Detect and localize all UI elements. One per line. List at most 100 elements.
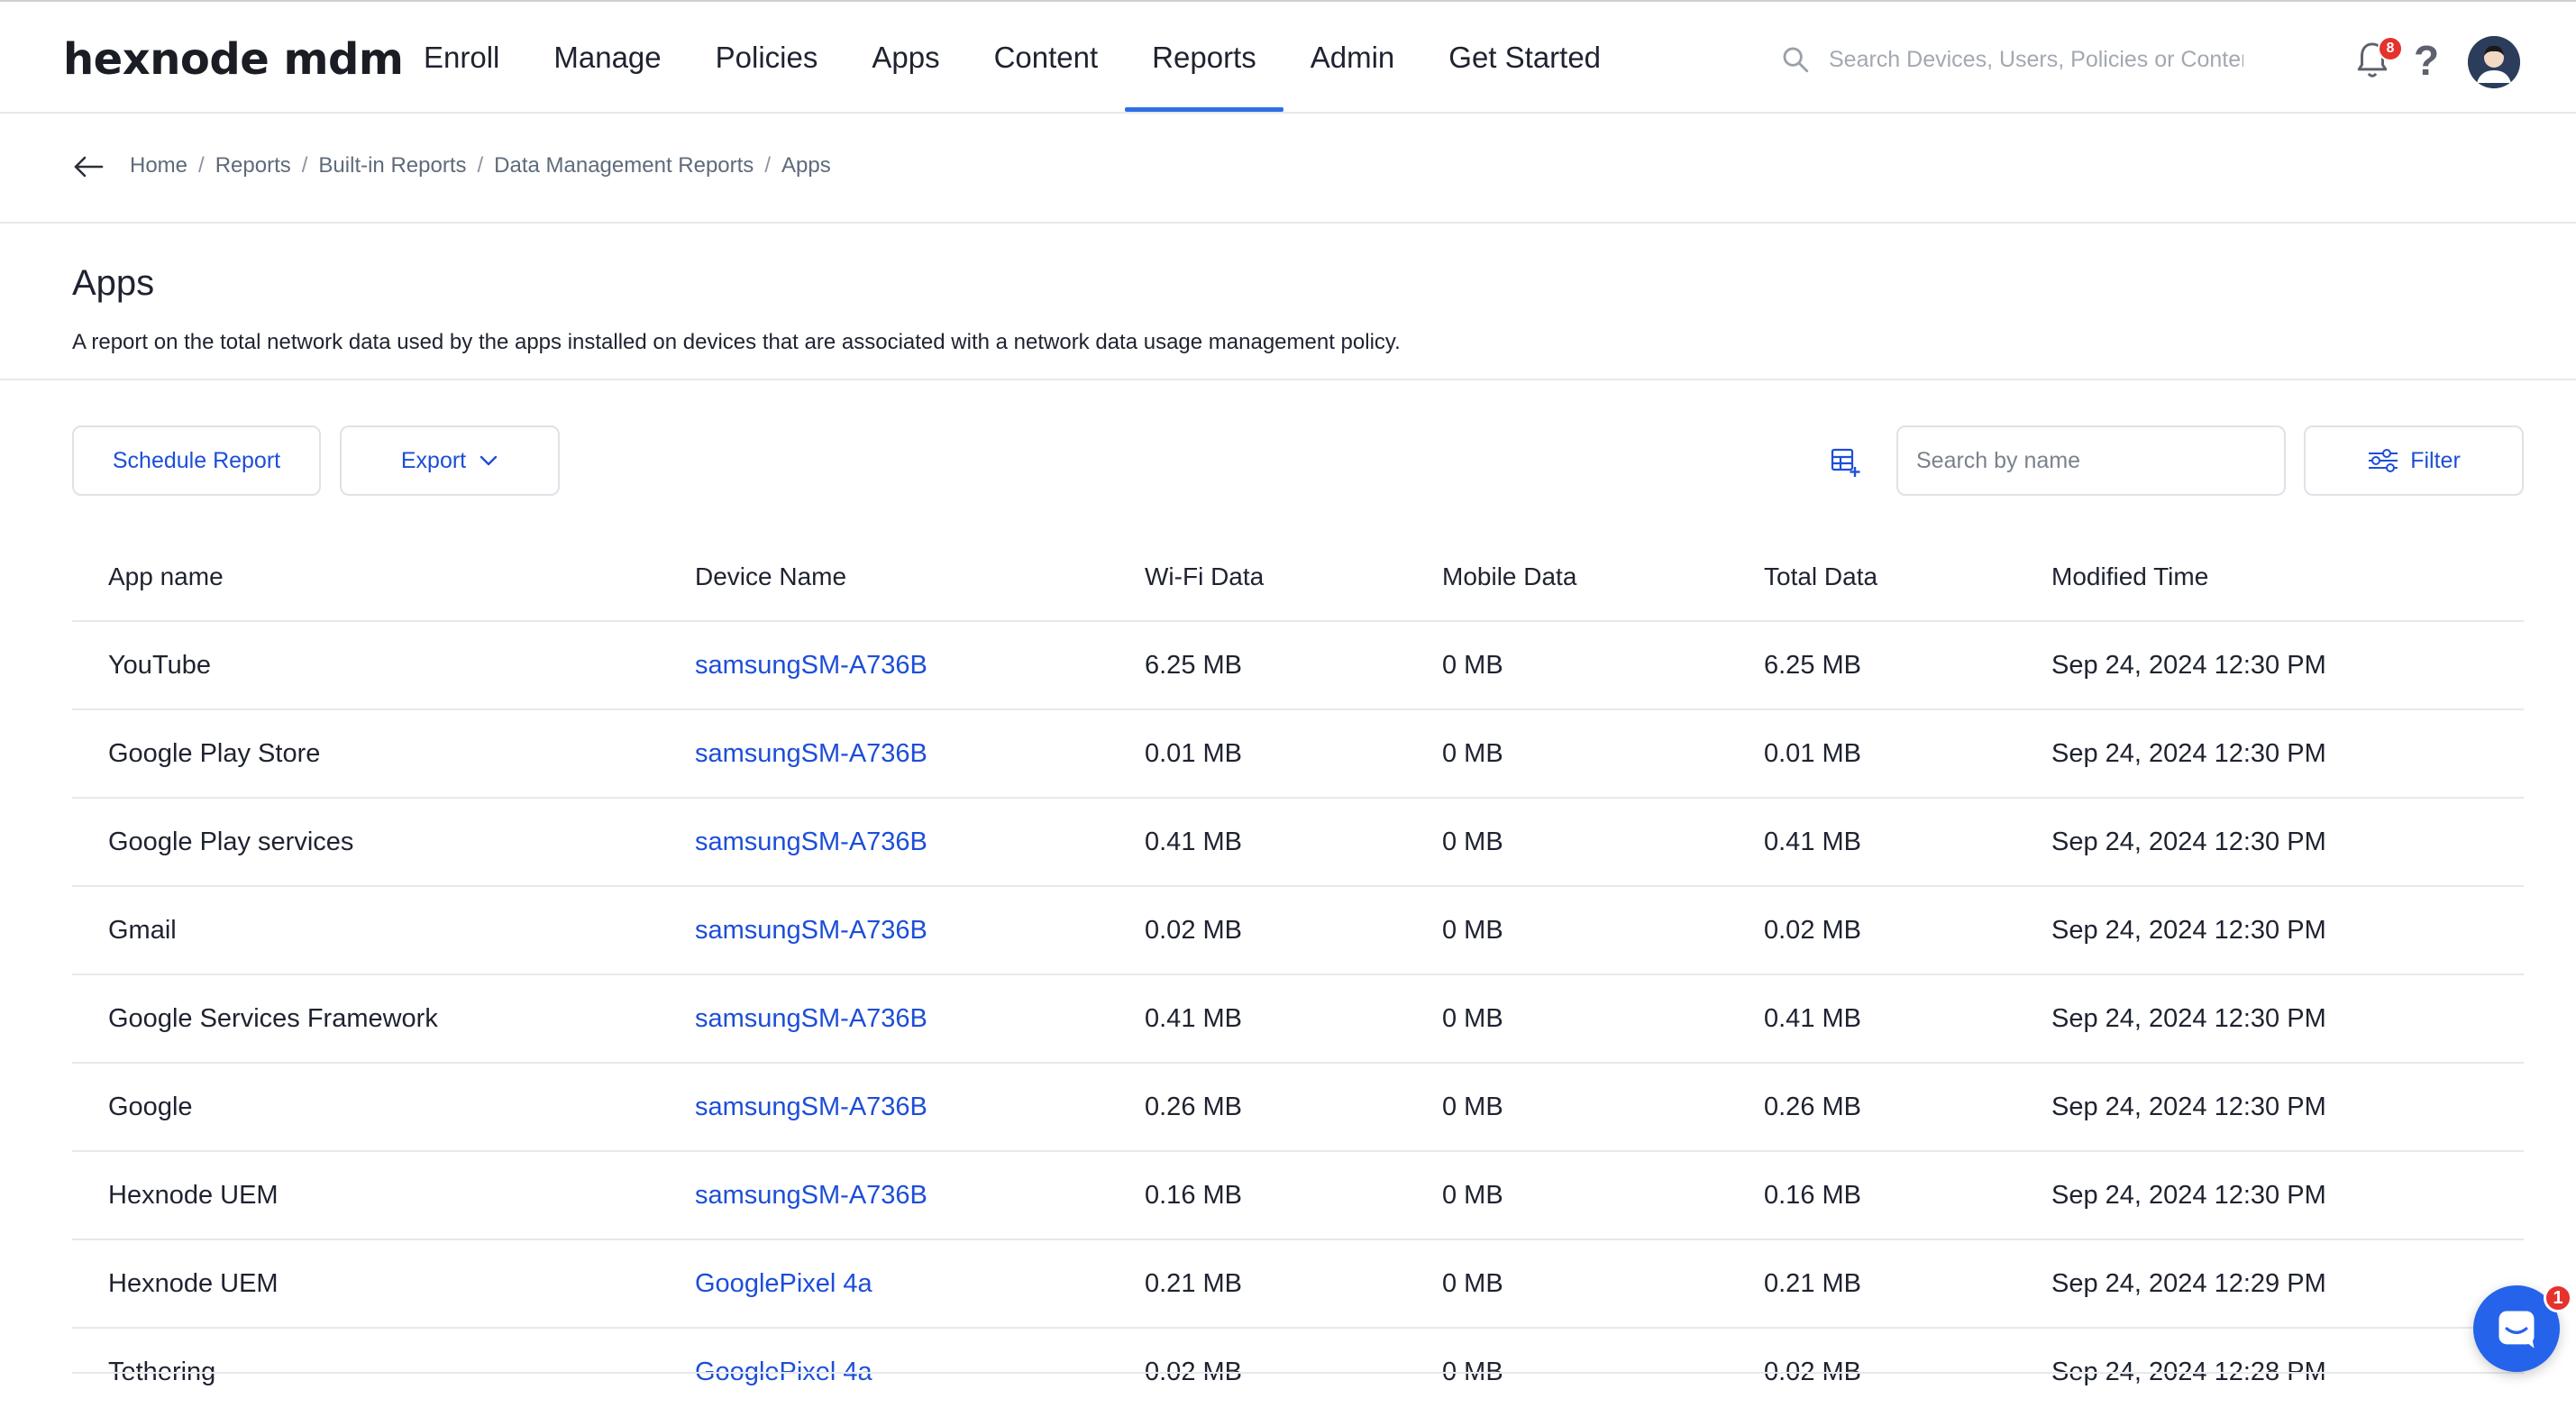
main-nav: Enroll Manage Policies Apps Content Repo… [397, 4, 1628, 112]
modified-time-cell: Sep 24, 2024 12:30 PM [2051, 738, 2326, 768]
app-name-cell: Hexnode UEM [108, 1268, 279, 1298]
chat-icon [2498, 1311, 2535, 1348]
mobile-data-cell: 0 MB [1442, 738, 1503, 768]
filter-button[interactable]: Filter [2304, 425, 2524, 496]
total-data-cell: 0.01 MB [1764, 738, 1861, 768]
total-data-cell: 0.41 MB [1764, 1003, 1861, 1033]
mobile-data-cell: 0 MB [1442, 1003, 1503, 1033]
column-header-wifi-data[interactable]: Wi-Fi Data [1145, 534, 1264, 620]
back-arrow-icon[interactable] [72, 153, 105, 180]
mobile-data-cell: 0 MB [1442, 827, 1503, 856]
table-row: Google Play services samsungSM-A736B 0.4… [72, 799, 2524, 887]
app-name-cell: Hexnode UEM [108, 1180, 279, 1210]
app-name-cell: Google Services Framework [108, 1003, 438, 1033]
export-button[interactable]: Export [340, 425, 560, 496]
device-name-link[interactable]: samsungSM-A736B [695, 710, 927, 797]
column-settings-icon[interactable] [1830, 447, 1860, 478]
nav-apps[interactable]: Apps [845, 4, 966, 112]
hexnode-logo[interactable]: hexnode mdm [63, 34, 404, 85]
app-name-cell: Google [108, 1092, 193, 1121]
modified-time-cell: Sep 24, 2024 12:30 PM [2051, 1003, 2326, 1033]
wifi-data-cell: 0.16 MB [1145, 1180, 1242, 1210]
device-name-link[interactable]: samsungSM-A736B [695, 1064, 927, 1150]
global-search [1780, 41, 2249, 78]
wifi-data-cell: 0.21 MB [1145, 1268, 1242, 1298]
notification-badge: 8 [2378, 36, 2403, 61]
wifi-data-cell: 0.02 MB [1145, 915, 1242, 945]
column-header-device-name[interactable]: Device Name [695, 534, 846, 620]
device-name-link[interactable]: samsungSM-A736B [695, 622, 927, 708]
export-label: Export [400, 447, 467, 473]
wifi-data-cell: 0.26 MB [1145, 1092, 1242, 1121]
table-row: Hexnode UEM GooglePixel 4a 0.21 MB 0 MB … [72, 1240, 2524, 1329]
top-navigation-bar: hexnode mdm Enroll Manage Policies Apps … [0, 4, 2576, 114]
breadcrumb-separator: / [764, 153, 771, 178]
breadcrumb-current: Apps [781, 153, 831, 178]
search-icon [1783, 47, 1809, 73]
mobile-data-cell: 0 MB [1442, 650, 1503, 680]
filter-sliders-icon [2369, 449, 2398, 472]
device-name-link[interactable]: samsungSM-A736B [695, 975, 927, 1062]
modified-time-cell: Sep 24, 2024 12:29 PM [2051, 1268, 2326, 1298]
column-header-total-data[interactable]: Total Data [1764, 534, 1877, 620]
table-row: Hexnode UEM samsungSM-A736B 0.16 MB 0 MB… [72, 1152, 2524, 1240]
wifi-data-cell: 0.41 MB [1145, 1003, 1242, 1033]
nav-admin[interactable]: Admin [1283, 4, 1422, 112]
breadcrumb-home[interactable]: Home [130, 153, 187, 178]
nav-manage[interactable]: Manage [526, 4, 688, 112]
total-data-cell: 0.41 MB [1764, 827, 1861, 856]
breadcrumb-separator: / [477, 153, 484, 178]
notifications-button[interactable]: 8 [2354, 36, 2403, 81]
nav-get-started[interactable]: Get Started [1421, 4, 1628, 112]
filter-label: Filter [2410, 447, 2461, 473]
device-name-link[interactable]: samsungSM-A736B [695, 887, 927, 974]
modified-time-cell: Sep 24, 2024 12:30 PM [2051, 915, 2326, 945]
table-row: Google Play Store samsungSM-A736B 0.01 M… [72, 710, 2524, 799]
global-search-input[interactable] [1827, 45, 2245, 74]
column-header-modified-time[interactable]: Modified Time [2051, 534, 2208, 620]
table-row: YouTube samsungSM-A736B 6.25 MB 0 MB 6.2… [72, 622, 2524, 710]
device-name-link[interactable]: GooglePixel 4a [695, 1240, 872, 1327]
table-scroll-edge [72, 1372, 2524, 1374]
nav-policies[interactable]: Policies [689, 4, 845, 112]
column-header-app-name[interactable]: App name [108, 534, 224, 620]
app-name-cell: YouTube [108, 650, 211, 680]
nav-enroll[interactable]: Enroll [397, 4, 526, 112]
nav-content[interactable]: Content [967, 4, 1126, 112]
modified-time-cell: Sep 24, 2024 12:30 PM [2051, 1092, 2326, 1121]
mobile-data-cell: 0 MB [1442, 1268, 1503, 1298]
breadcrumb-built-in-reports[interactable]: Built-in Reports [318, 153, 466, 178]
page-header: Apps A report on the total network data … [0, 224, 2576, 380]
breadcrumb-separator: / [198, 153, 205, 178]
column-header-mobile-data[interactable]: Mobile Data [1442, 534, 1576, 620]
chat-unread-badge: 1 [2544, 1284, 2572, 1312]
mobile-data-cell: 0 MB [1442, 915, 1503, 945]
device-name-link[interactable]: samsungSM-A736B [695, 799, 927, 885]
avatar[interactable] [2468, 36, 2520, 88]
total-data-cell: 0.26 MB [1764, 1092, 1861, 1121]
table-header-row: App name Device Name Wi-Fi Data Mobile D… [72, 534, 2524, 622]
chevron-down-icon [480, 455, 498, 466]
total-data-cell: 0.02 MB [1764, 915, 1861, 945]
breadcrumb-separator: / [301, 153, 308, 178]
page-description: A report on the total network data used … [72, 330, 1401, 354]
total-data-cell: 0.21 MB [1764, 1268, 1861, 1298]
wifi-data-cell: 0.01 MB [1145, 738, 1242, 768]
modified-time-cell: Sep 24, 2024 12:30 PM [2051, 650, 2326, 680]
breadcrumb-bar: Home / Reports / Built-in Reports / Data… [0, 114, 2576, 224]
app-name-cell: Gmail [108, 915, 177, 945]
nav-reports[interactable]: Reports [1125, 4, 1283, 112]
device-name-link[interactable]: samsungSM-A736B [695, 1152, 927, 1239]
table-row: Google Services Framework samsungSM-A736… [72, 975, 2524, 1064]
breadcrumb: Home / Reports / Built-in Reports / Data… [130, 153, 831, 178]
modified-time-cell: Sep 24, 2024 12:30 PM [2051, 827, 2326, 856]
breadcrumb-reports[interactable]: Reports [215, 153, 291, 178]
mobile-data-cell: 0 MB [1442, 1180, 1503, 1210]
help-icon[interactable]: ? [2414, 36, 2439, 85]
modified-time-cell: Sep 24, 2024 12:30 PM [2051, 1180, 2326, 1210]
breadcrumb-data-management-reports[interactable]: Data Management Reports [494, 153, 754, 178]
schedule-report-button[interactable]: Schedule Report [72, 425, 321, 496]
wifi-data-cell: 6.25 MB [1145, 650, 1242, 680]
wifi-data-cell: 0.41 MB [1145, 827, 1242, 856]
search-by-name-input[interactable] [1896, 425, 2286, 496]
